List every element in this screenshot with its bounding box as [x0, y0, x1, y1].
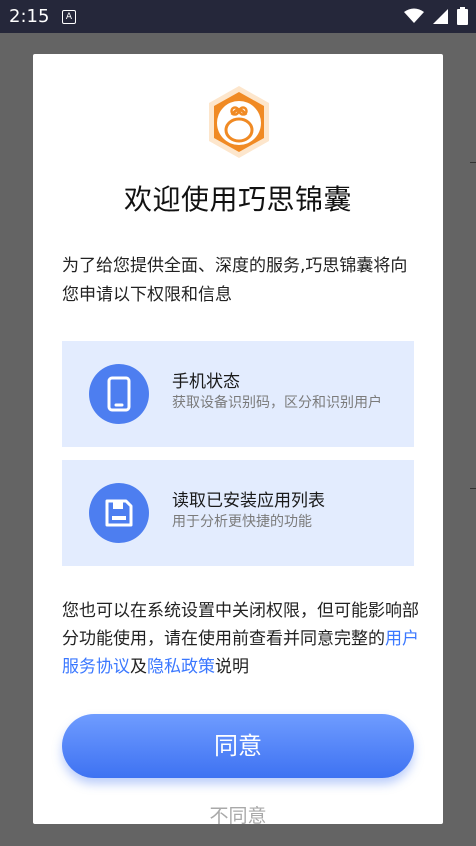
permission-desc: 用于分析更快捷的功能 [172, 514, 312, 530]
permission-title: 读取已安装应用列表 [172, 491, 325, 511]
signal-icon [433, 8, 448, 24]
intro-text: 为了给您提供全面、深度的服务,巧思锦囊将向您申请以下权限和信息 [62, 256, 408, 305]
save-icon [89, 483, 149, 543]
app-logo-icon [209, 86, 269, 158]
status-icons [404, 7, 468, 25]
footer-text-and: 及 [130, 657, 147, 677]
app-notification-icon: A [62, 10, 76, 24]
permission-title: 手机状态 [172, 372, 240, 392]
permission-card-app-list: 读取已安装应用列表 用于分析更快捷的功能 [62, 460, 414, 566]
status-time: 2:15 [9, 6, 50, 27]
edge-mark [470, 488, 476, 489]
agree-button[interactable]: 同意 [62, 714, 414, 778]
permission-card-phone-state: 手机状态 获取设备识别码，区分和识别用户 [62, 341, 414, 447]
edge-mark [470, 162, 476, 163]
dialog-title: 欢迎使用巧思锦囊 [123, 183, 352, 216]
privacy-policy-link[interactable]: 隐私政策 [147, 657, 215, 677]
status-bar: 2:15 A [0, 0, 476, 33]
wifi-icon [404, 8, 424, 23]
disagree-button[interactable]: 不同意 [33, 801, 443, 824]
permission-desc: 获取设备识别码，区分和识别用户 [172, 395, 382, 411]
permission-dialog: 欢迎使用巧思锦囊 为了给您提供全面、深度的服务,巧思锦囊将向您申请以下权限和信息… [33, 54, 443, 824]
footer-text-after: 说明 [215, 657, 249, 677]
footer-text-before: 您也可以在系统设置中关闭权限，但可能影响部分功能使用，请在使用前查看并同意完整的 [62, 601, 419, 649]
battery-icon [457, 7, 468, 25]
footer-text: 您也可以在系统设置中关闭权限，但可能影响部分功能使用，请在使用前查看并同意完整的… [62, 597, 422, 681]
phone-icon [89, 364, 149, 424]
